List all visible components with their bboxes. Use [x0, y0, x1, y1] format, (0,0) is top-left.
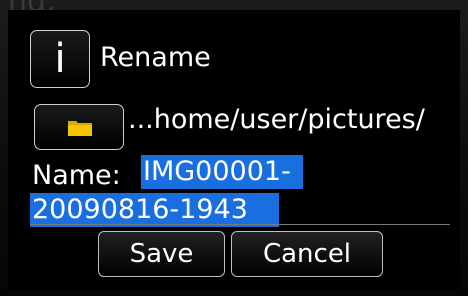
name-input-line1[interactable]: IMG00001- — [141, 155, 303, 189]
name-input-underline — [30, 224, 450, 225]
folder-icon — [68, 121, 92, 136]
folder-path: ...home/user/pictures/ — [128, 104, 425, 135]
name-input-line2[interactable]: 20090816-1943 — [30, 193, 279, 227]
info-button[interactable]: i — [30, 30, 90, 88]
browse-folder-button[interactable] — [34, 104, 124, 150]
save-button[interactable]: Save — [98, 231, 225, 277]
info-icon: i — [54, 36, 66, 82]
dialog-title: Rename — [100, 42, 211, 73]
name-label: Name: — [32, 160, 121, 191]
cancel-button[interactable]: Cancel — [231, 231, 383, 277]
